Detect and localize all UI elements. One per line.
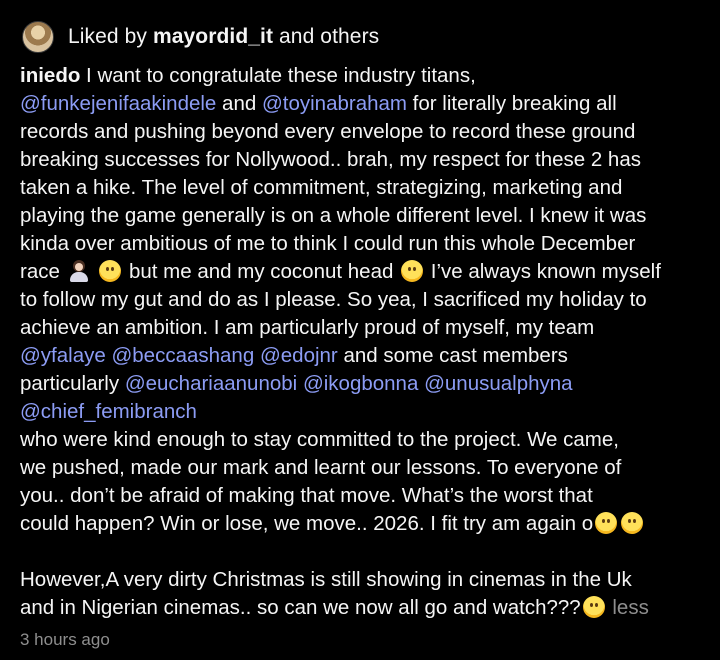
likes-suffix: and others xyxy=(273,25,380,48)
caption-line: to follow my gut and do as I please. So … xyxy=(20,286,710,314)
caption-line: and in Nigerian cinemas.. so can we now … xyxy=(20,594,710,622)
caption-line: @yfalaye @beccaashang @edojnr and some c… xyxy=(20,342,710,370)
caption-line: iniedo I want to congratulate these indu… xyxy=(20,62,710,90)
liker-username[interactable]: mayordid_it xyxy=(153,25,273,48)
caption-text: and xyxy=(216,92,262,115)
caption-line: breaking successes for Nollywood.. brah,… xyxy=(20,146,710,174)
caption-text: could happen? Win or lose, we move.. 202… xyxy=(20,512,594,535)
caption-text: and in Nigerian cinemas.. so can we now … xyxy=(20,596,581,619)
post-caption: iniedo I want to congratulate these indu… xyxy=(20,62,710,622)
caption-line: we pushed, made our mark and learnt our … xyxy=(20,454,710,482)
caption-text: taken a hike. The level of commitment, s… xyxy=(20,176,623,199)
likes-summary[interactable]: Liked by mayordid_it and others xyxy=(68,25,379,49)
post-timestamp: 3 hours ago xyxy=(20,630,110,649)
caption-line: could happen? Win or lose, we move.. 202… xyxy=(20,510,710,538)
person-facepalming-emoji xyxy=(68,260,90,282)
caption-text: playing the game generally is on a whole… xyxy=(20,204,647,227)
caption-text: achieve an ambition. I am particularly p… xyxy=(20,316,595,339)
mention-link[interactable]: @unusualphyna xyxy=(424,372,572,395)
caption-text: to follow my gut and do as I please. So … xyxy=(20,288,647,311)
caption-line: records and pushing beyond every envelop… xyxy=(20,118,710,146)
caption-line: who were kind enough to stay committed t… xyxy=(20,426,710,454)
caption-text: However,A very dirty Christmas is still … xyxy=(20,568,632,591)
caption-line: race but me and my coconut head I’ve alw… xyxy=(20,258,710,286)
caption-text: for literally breaking all xyxy=(406,92,617,115)
show-less-button[interactable]: less xyxy=(612,596,648,619)
mention-link[interactable]: @beccaashang xyxy=(111,344,254,367)
face-with-rolling-eyes-emoji xyxy=(401,260,424,282)
rolling-on-the-floor-laughing-emoji xyxy=(621,512,644,534)
mention-link[interactable]: @yfalaye xyxy=(20,344,106,367)
caption-text: but me and my coconut head xyxy=(123,260,400,283)
mention-link[interactable]: @ikogbonna xyxy=(303,372,418,395)
caption-text: particularly xyxy=(20,372,125,395)
grinning-face-emoji xyxy=(99,260,122,282)
caption-text xyxy=(92,260,98,283)
caption-line: kinda over ambitious of me to think I co… xyxy=(20,230,710,258)
caption-text: and some cast members xyxy=(337,344,568,367)
caption-line: @funkejenifaakindele and @toyinabraham f… xyxy=(20,90,710,118)
likes-row[interactable]: Liked by mayordid_it and others xyxy=(22,20,379,54)
caption-text: race xyxy=(20,260,66,283)
caption-text: kinda over ambitious of me to think I co… xyxy=(20,232,636,255)
caption-text: breaking successes for Nollywood.. brah,… xyxy=(20,148,641,171)
caption-line: playing the game generally is on a whole… xyxy=(20,202,710,230)
caption-line: taken a hike. The level of commitment, s… xyxy=(20,174,710,202)
caption-text: I want to congratulate these industry ti… xyxy=(80,64,476,87)
caption-username[interactable]: iniedo xyxy=(20,64,80,87)
caption-text: who were kind enough to stay committed t… xyxy=(20,428,619,451)
caption-line: However,A very dirty Christmas is still … xyxy=(20,566,710,594)
caption-text: we pushed, made our mark and learnt our … xyxy=(20,456,622,479)
mention-link[interactable]: @funkejenifaakindele xyxy=(20,92,216,115)
likes-prefix: Liked by xyxy=(68,25,153,48)
liker-avatar[interactable] xyxy=(22,21,54,53)
caption-text: you.. don’t be afraid of making that mov… xyxy=(20,484,593,507)
caption-text: I’ve always known myself xyxy=(425,260,661,283)
mention-link[interactable]: @toyinabraham xyxy=(262,92,407,115)
mention-link[interactable]: @edojnr xyxy=(260,344,338,367)
smiling-face-emoji xyxy=(582,596,605,618)
thinking-face-emoji xyxy=(595,512,618,534)
mention-link[interactable]: @chief_femibranch xyxy=(20,400,197,423)
caption-line: particularly @euchariaanunobi @ikogbonna… xyxy=(20,370,710,398)
caption-text: records and pushing beyond every envelop… xyxy=(20,120,636,143)
caption-line: you.. don’t be afraid of making that mov… xyxy=(20,482,710,510)
caption-line: achieve an ambition. I am particularly p… xyxy=(20,314,710,342)
caption-line: @chief_femibranch xyxy=(20,398,710,426)
mention-link[interactable]: @euchariaanunobi xyxy=(125,372,297,395)
